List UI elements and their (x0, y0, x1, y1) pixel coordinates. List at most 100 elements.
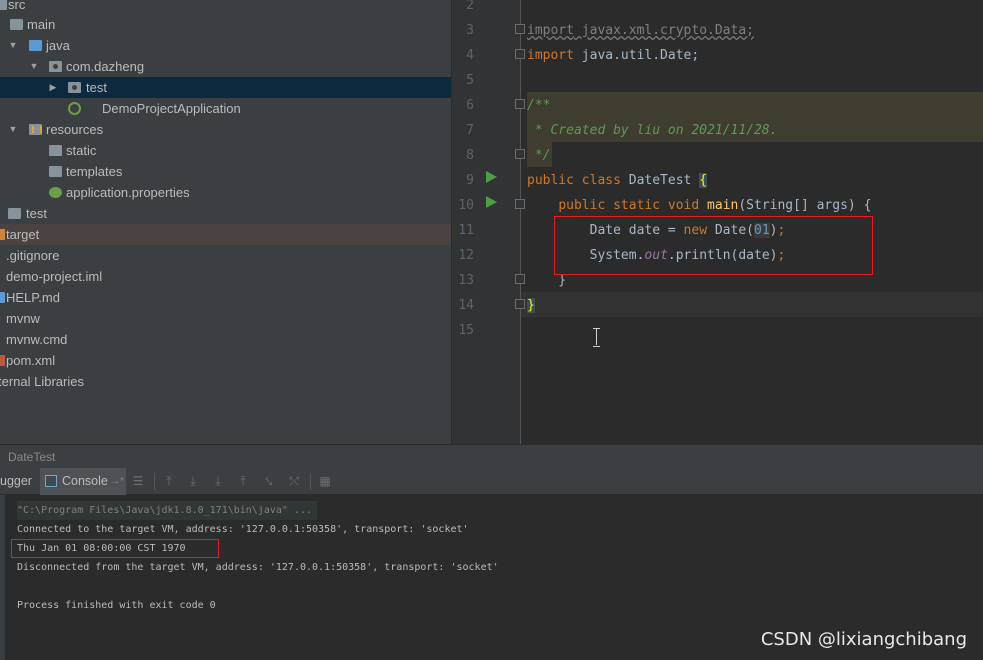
folder-icon (8, 208, 21, 219)
tree-item-application-properties[interactable]: application.properties (0, 182, 451, 203)
layout-icon[interactable]: ☰ (131, 474, 145, 488)
doc-comment-highlight (527, 92, 983, 117)
code-token: java.util.Date; (573, 48, 700, 63)
line-number: 2 (466, 0, 474, 13)
console-side-strip (0, 495, 5, 660)
spring-boot-app-icon (68, 102, 81, 115)
code-line-8: */ (527, 148, 551, 163)
tree-item-mvnw[interactable]: mvnw (0, 308, 451, 329)
code-token: DateTest (620, 173, 700, 188)
tree-item-java[interactable]: ▼ java (0, 35, 451, 56)
console-command-line: "C:\Program Files\Java\jdk1.8.0_171\bin\… (17, 501, 318, 520)
run-class-icon[interactable] (486, 171, 497, 183)
run-to-cursor-icon[interactable]: ⤲ (287, 474, 301, 488)
tree-item-label: target (6, 227, 40, 242)
toolbar-divider (154, 473, 155, 490)
line-number: 4 (466, 48, 474, 63)
tree-item-label: application.properties (66, 185, 190, 200)
fold-icon[interactable] (515, 149, 525, 159)
tab-console[interactable]: Console →* (40, 468, 126, 495)
tree-item-src[interactable]: src (0, 0, 451, 15)
tree-item-label: test (26, 206, 47, 221)
tree-item-external-libraries[interactable]: ternal Libraries (0, 371, 451, 392)
line-number: 10 (458, 198, 474, 213)
line-number: 3 (466, 23, 474, 38)
tree-item-label: test (86, 80, 107, 95)
folder-icon (10, 19, 23, 30)
package-icon (68, 82, 81, 93)
fold-icon[interactable] (515, 24, 525, 34)
run-panel-header: DateTest (0, 444, 983, 468)
code-token: } (527, 298, 535, 313)
code-token: javax.xml.crypto.Data; (573, 23, 754, 38)
tree-item-resources[interactable]: ▼ resources (0, 119, 451, 140)
pin-arrow-icon[interactable]: →* (110, 468, 124, 495)
chevron-down-icon[interactable]: ▼ (29, 56, 39, 77)
package-icon (49, 61, 62, 72)
step-over-icon[interactable]: ⤒ (162, 474, 176, 488)
tree-item-com-dazheng[interactable]: ▼ com.dazheng (0, 56, 451, 77)
console-line: Process finished with exit code 0 (17, 600, 216, 611)
text-cursor-icon (593, 328, 600, 347)
folder-icon (0, 0, 7, 10)
fold-icon[interactable] (515, 199, 525, 209)
step-into-icon[interactable]: ⤓ (186, 474, 200, 488)
code-line-3: import javax.xml.crypto.Data; (527, 18, 754, 43)
toolbar-divider (310, 473, 311, 490)
console-line: Disconnected from the target VM, address… (17, 562, 499, 573)
code-line-10: public static void main(String[] args) { (527, 193, 871, 218)
drop-frame-icon[interactable]: ⤥ (262, 474, 276, 488)
tree-item-main[interactable]: main (0, 14, 451, 35)
code-token: public static void (558, 198, 700, 213)
watermark: CSDN @lixiangchibang (760, 629, 967, 650)
code-token: import (527, 23, 574, 38)
tree-item-test-folder[interactable]: test (0, 203, 451, 224)
tree-item-static[interactable]: static (0, 140, 451, 161)
tree-item-help-md[interactable]: HELP.md (0, 287, 451, 308)
code-highlight-box (554, 216, 873, 275)
tab-debugger[interactable]: ugger (0, 468, 38, 495)
code-token: import (527, 48, 574, 63)
evaluate-icon[interactable]: ▦ (318, 474, 332, 488)
tree-item-label: main (27, 17, 56, 32)
line-number: 15 (458, 323, 474, 338)
code-token: main (707, 198, 739, 213)
tree-item-label: resources (46, 122, 104, 137)
tree-item-label: ternal Libraries (0, 374, 84, 389)
tree-item-pom-xml[interactable]: pom.xml (0, 350, 451, 371)
tree-item-mvnw-cmd[interactable]: mvnw.cmd (0, 329, 451, 350)
tab-label: Console (62, 474, 108, 488)
folder-excluded-icon (0, 229, 5, 240)
fold-icon[interactable] (515, 274, 525, 284)
fold-icon[interactable] (515, 49, 525, 59)
fold-icon[interactable] (515, 99, 525, 109)
markdown-file-icon (0, 292, 5, 303)
chevron-down-icon[interactable]: ▼ (8, 35, 18, 56)
line-number: 5 (466, 73, 474, 88)
tree-item-gitignore[interactable]: .gitignore (0, 245, 451, 266)
force-step-into-icon[interactable]: ⤓ (211, 474, 225, 488)
line-number: 14 (458, 298, 474, 313)
code-token: (String[] args) { (738, 198, 872, 213)
tree-item-label: demo-project.iml (6, 269, 103, 284)
tree-item-target[interactable]: target (0, 224, 451, 245)
tree-item-demo-project-iml[interactable]: demo-project.iml (0, 266, 451, 287)
tree-item-label: mvnw.cmd (6, 332, 68, 347)
tree-item-templates[interactable]: templates (0, 161, 451, 182)
tree-item-test-package[interactable]: ▶ test (0, 77, 451, 98)
tree-item-demo-project-application[interactable]: DemoProjectApplication (0, 98, 451, 119)
code-line-9: public class DateTest { (527, 168, 708, 193)
tree-item-label: DemoProjectApplication (102, 101, 241, 116)
tree-item-label: com.dazheng (66, 59, 145, 74)
code-token: { (699, 173, 708, 188)
fold-icon[interactable] (515, 299, 525, 309)
step-out-icon[interactable]: ⤒ (236, 474, 250, 488)
chevron-down-icon[interactable]: ▼ (8, 119, 18, 140)
tree-item-label: static (66, 143, 97, 158)
tree-item-label: .gitignore (6, 248, 60, 263)
line-number: 6 (466, 98, 474, 113)
code-line-6: /** (527, 98, 551, 113)
run-main-icon[interactable] (486, 196, 497, 208)
chevron-right-icon[interactable]: ▶ (48, 77, 58, 98)
